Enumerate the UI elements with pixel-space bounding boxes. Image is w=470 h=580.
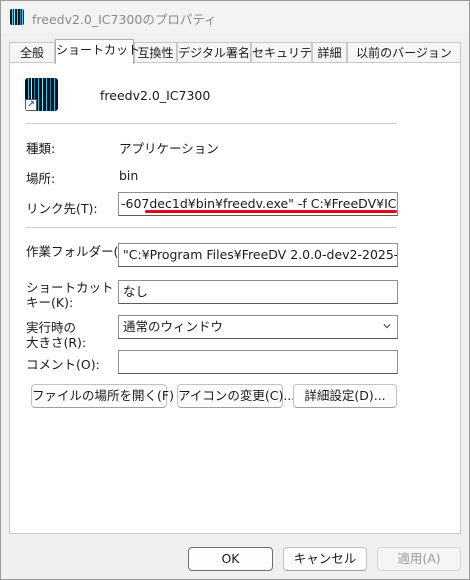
tab-general[interactable]: 全般 — [9, 42, 55, 63]
tab-details[interactable]: 詳細 — [312, 42, 347, 63]
hotkey-field[interactable]: なし — [118, 280, 398, 304]
shortcut-tab-panel: ↗ freedv2.0_IC7300 種類: アプリケーション 場所: bin … — [9, 62, 461, 534]
apply-button[interactable]: 適用(A) — [377, 547, 461, 571]
location-value: bin — [119, 168, 139, 183]
comment-label: コメント(O): — [26, 357, 100, 372]
tab-previous-versions[interactable]: 以前のバージョン — [347, 42, 461, 63]
comment-field[interactable] — [118, 350, 398, 374]
run-size-dropdown[interactable]: 通常のウィンドウ — [118, 315, 398, 339]
type-value: アプリケーション — [119, 141, 219, 156]
chevron-down-icon — [383, 324, 391, 329]
start-in-field[interactable]: "C:¥Program Files¥FreeDV 2.0.0-dev2-2025… — [118, 243, 398, 267]
advanced-button[interactable]: 詳細設定(D)... — [293, 384, 397, 408]
hotkey-label-line2: キー(K): — [26, 295, 74, 310]
title-bar[interactable]: freedv2.0_IC7300のプロパティ — [1, 1, 469, 33]
app-icon-small — [10, 9, 24, 25]
app-icon: ↗ — [25, 78, 58, 111]
run-size-selected: 通常のウィンドウ — [123, 319, 224, 334]
tab-strip: 全般 ショートカット 互換性 デジタル署名 セキュリティ 詳細 以前のバージョン — [9, 39, 461, 64]
run-label-line2: 大きさ(R): — [26, 335, 87, 350]
divider — [26, 227, 397, 228]
red-underline-annotation — [145, 210, 397, 213]
target-label: リンク先(T): — [26, 201, 98, 216]
tab-shortcut[interactable]: ショートカット — [55, 39, 140, 64]
divider — [26, 123, 397, 124]
tab-digital-signatures[interactable]: デジタル署名 — [177, 42, 251, 63]
type-label: 種類: — [26, 141, 56, 156]
tab-compatibility[interactable]: 互換性 — [134, 42, 177, 63]
window-title: freedv2.0_IC7300のプロパティ — [32, 12, 217, 27]
location-label: 場所: — [26, 171, 56, 186]
cancel-button[interactable]: キャンセル — [283, 547, 367, 571]
open-file-location-button[interactable]: ファイルの場所を開く(F) — [31, 384, 174, 408]
ok-button[interactable]: OK — [188, 547, 273, 571]
shortcut-name: freedv2.0_IC7300 — [100, 88, 211, 103]
shortcut-arrow-icon: ↗ — [25, 99, 37, 111]
tab-security[interactable]: セキュリティ — [251, 42, 323, 63]
properties-window: freedv2.0_IC7300のプロパティ 全般 ショートカット 互換性 デジ… — [0, 0, 470, 580]
change-icon-button[interactable]: アイコンの変更(C)... — [177, 384, 295, 408]
